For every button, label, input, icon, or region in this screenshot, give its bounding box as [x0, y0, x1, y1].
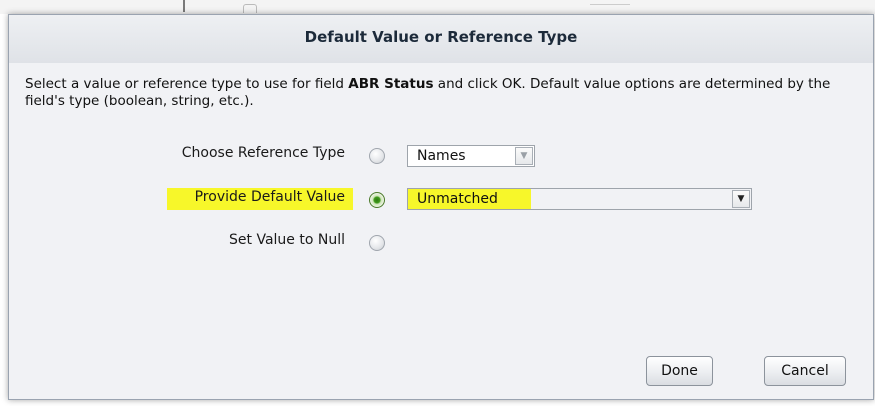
- reference-type-label: Choose Reference Type: [181, 145, 345, 161]
- background-window: [0, 0, 875, 14]
- background-line: [590, 4, 630, 13]
- default-value-label: Provide Default Value: [194, 189, 345, 205]
- chevron-down-icon[interactable]: ▼: [732, 190, 750, 208]
- instruction-prefix: Select a value or reference type to use …: [25, 76, 349, 92]
- background-divider: [183, 0, 185, 12]
- cancel-button[interactable]: Cancel: [764, 356, 846, 386]
- instruction-text: Select a value or reference type to use …: [25, 76, 845, 110]
- reference-type-radio[interactable]: [369, 148, 385, 164]
- background-control: [243, 4, 257, 13]
- null-value-label: Set Value to Null: [229, 232, 345, 248]
- reference-type-value: Names: [417, 148, 466, 164]
- reference-type-select[interactable]: Names ▼: [407, 145, 535, 167]
- default-value-dialog: Default Value or Reference Type Select a…: [8, 14, 874, 400]
- field-name: ABR Status: [348, 76, 434, 92]
- dialog-titlebar: Default Value or Reference Type: [9, 15, 873, 64]
- default-value-radio[interactable]: [369, 192, 385, 208]
- null-value-radio[interactable]: [369, 235, 385, 251]
- chevron-down-icon[interactable]: ▼: [515, 147, 533, 165]
- dialog-title: Default Value or Reference Type: [304, 28, 578, 46]
- dialog-content: Select a value or reference type to use …: [9, 63, 873, 399]
- done-button[interactable]: Done: [646, 356, 713, 386]
- default-value-value: Unmatched: [417, 191, 498, 207]
- default-value-select[interactable]: Unmatched ▼: [407, 188, 752, 210]
